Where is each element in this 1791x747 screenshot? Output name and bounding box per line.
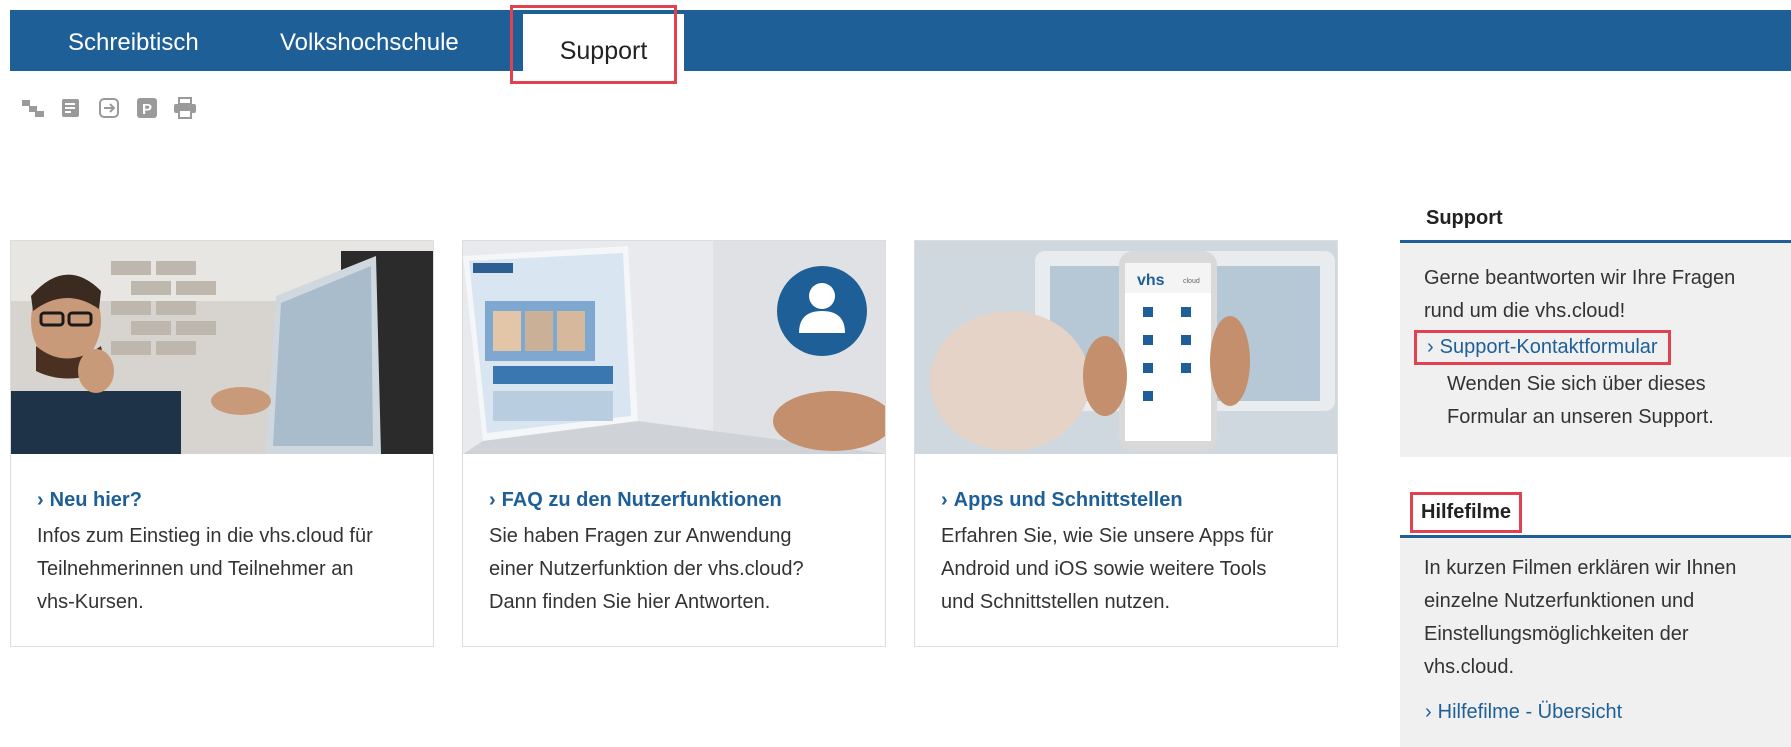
sidebar-support-text: Gerne beantworten wir Ihre Fragen rund u… [1424, 267, 1736, 322]
card-title-apps[interactable]: › Apps und Schnittstellen [941, 489, 1183, 512]
sitemap-icon[interactable] [20, 95, 46, 121]
sidebar-hilfefilme-box: In kurzen Filmen erklären wir Ihnen einz… [1400, 538, 1791, 747]
parking-icon[interactable]: P [134, 95, 160, 121]
card-desc: Erfahren Sie, wie Sie unsere Apps für An… [941, 525, 1274, 613]
card-image-laptop [463, 241, 885, 454]
card-desc: Infos zum Einstieg in die vhs.cloud für … [37, 525, 373, 613]
support-contact-form-link[interactable]: › Support-Kontaktformular [1414, 330, 1671, 365]
svg-text:vhs: vhs [1137, 272, 1165, 289]
card-image-smartphone: vhs cloud [915, 241, 1337, 454]
svg-text:cloud: cloud [1183, 278, 1200, 285]
notes-icon[interactable] [58, 95, 84, 121]
card-image-person-at-monitor [11, 241, 433, 454]
hilfefilme-overview-link[interactable]: › Hilfefilme - Übersicht [1425, 701, 1622, 724]
card-apps[interactable]: vhs cloud › Apps und Schnittstellen Erfah… [914, 240, 1338, 647]
tab-support[interactable]: Support [523, 14, 684, 94]
sidebar-support-box: Gerne beantworten wir Ihre Fragen rund u… [1400, 243, 1791, 457]
tab-schreibtisch[interactable]: Schreibtisch [68, 10, 199, 71]
card-title-neu-hier[interactable]: › Neu hier? [37, 489, 142, 512]
card-neu-hier[interactable]: › Neu hier? Infos zum Einstieg in die vhs… [10, 240, 434, 647]
card-title-faq[interactable]: › FAQ zu den Nutzerfunktionen [489, 489, 782, 512]
svg-text:P: P [142, 101, 152, 118]
sidebar-heading-support: Support [1400, 198, 1791, 243]
page-toolbar: P [20, 95, 198, 123]
login-icon[interactable] [96, 95, 122, 121]
sidebar-hilfefilme-text: In kurzen Filmen erklären wir Ihnen einz… [1424, 557, 1737, 678]
support-contact-form-desc: Wenden Sie sich über dieses Formular an … [1447, 373, 1714, 428]
top-nav-bar: Schreibtisch Volkshochschule Support [10, 10, 1791, 94]
card-desc: Sie haben Fragen zur Anwendung einer Nut… [489, 525, 804, 613]
sidebar-heading-hilfefilme: Hilfefilme [1400, 490, 1791, 538]
tab-volkshochschule[interactable]: Volkshochschule [280, 10, 459, 71]
print-icon[interactable] [172, 95, 198, 121]
card-faq[interactable]: › FAQ zu den Nutzerfunktionen Sie haben F… [462, 240, 886, 647]
